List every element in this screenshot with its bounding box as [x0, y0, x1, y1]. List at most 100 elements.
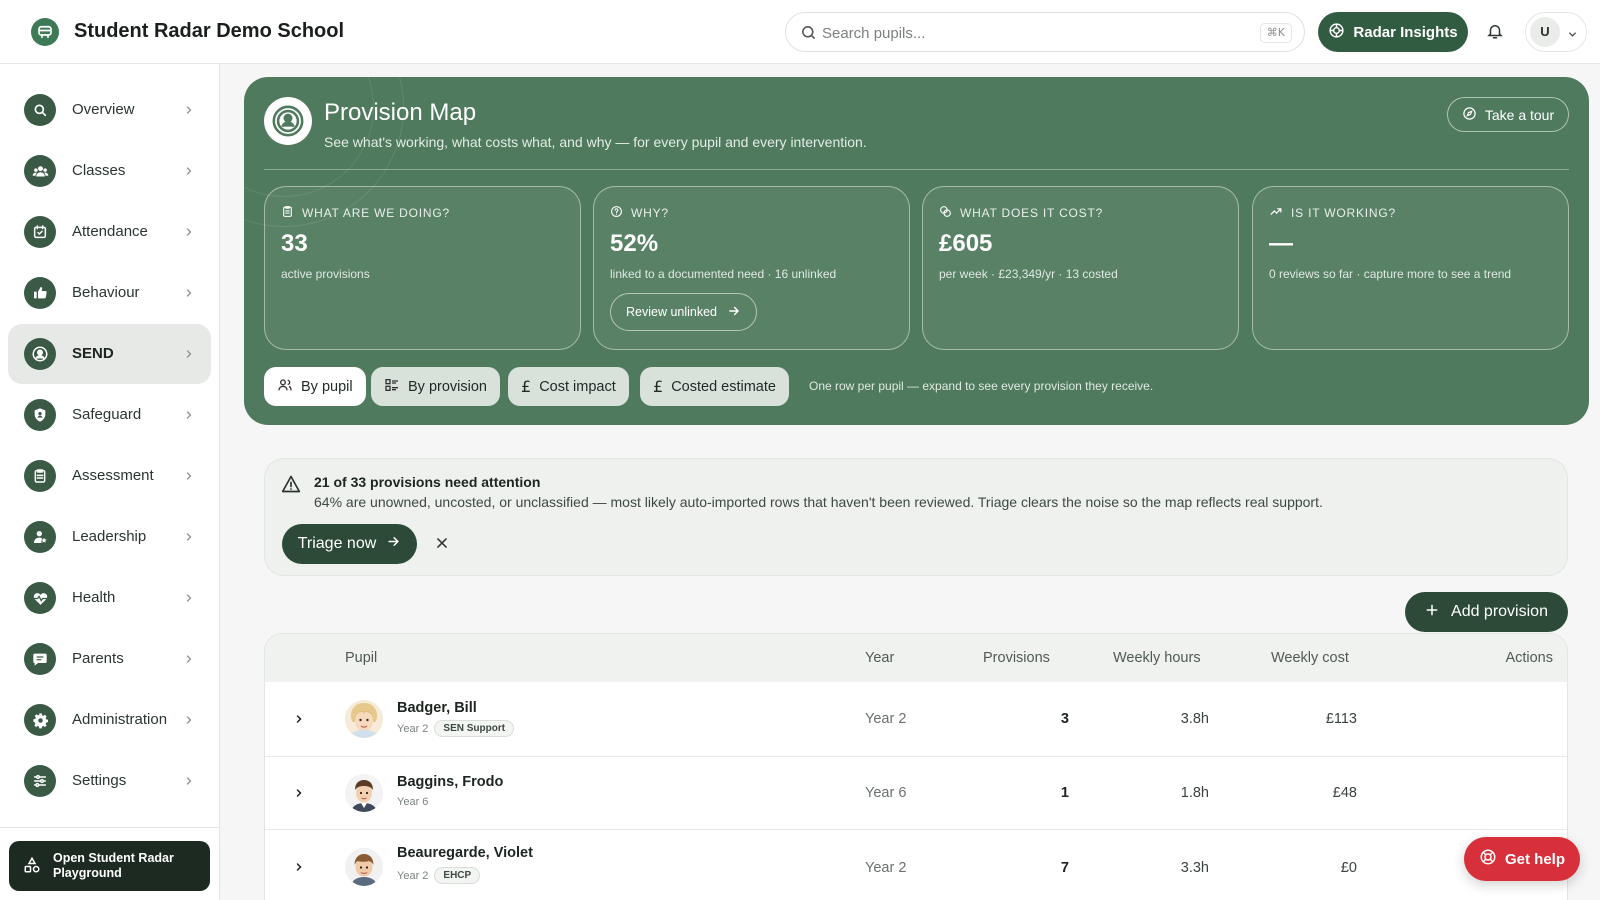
search-input[interactable] [822, 22, 1222, 44]
sidebar-item-label: SEND [72, 345, 114, 362]
sidebar-item-label: Overview [72, 101, 135, 118]
table-row[interactable]: Badger, Bill Year 2 SEN Support Year 2 3… [265, 682, 1567, 757]
column-header-pupil[interactable]: Pupil [345, 650, 377, 666]
radar-insights-button[interactable]: Radar Insights [1318, 12, 1468, 52]
trending-up-icon [1269, 205, 1283, 221]
search-icon [24, 94, 56, 126]
search-icon [800, 24, 817, 46]
stat-description: 0 reviews so far · capture more to see a… [1269, 267, 1512, 281]
pupil-name[interactable]: Badger, Bill [397, 700, 477, 716]
triage-now-button[interactable]: Triage now [282, 524, 417, 564]
sidebar-item-settings[interactable]: Settings [8, 751, 211, 811]
user-menu[interactable]: U [1525, 12, 1587, 52]
tab-cost-impact[interactable]: £ Cost impact [508, 367, 629, 406]
attention-title: 21 of 33 provisions need attention [314, 474, 541, 490]
radar-icon [1328, 22, 1345, 43]
take-tour-button[interactable]: Take a tour [1447, 97, 1569, 132]
get-help-button[interactable]: Get help [1464, 837, 1580, 881]
sidebar-item-assessment[interactable]: Assessment [8, 446, 211, 506]
sidebar-item-label: Administration [72, 711, 168, 728]
chevron-right-icon [183, 408, 195, 426]
warning-icon [281, 474, 301, 499]
chevron-right-icon [183, 713, 195, 731]
arrow-right-icon [386, 534, 401, 554]
radar-insights-label: Radar Insights [1353, 23, 1458, 41]
pupil-year: Year 6 [397, 796, 429, 808]
table-header: Pupil Year Provisions Weekly hours Weekl… [265, 634, 1567, 682]
chevron-right-icon[interactable] [293, 786, 305, 804]
sidebar-item-classes[interactable]: Classes [8, 141, 211, 201]
person-star-icon [24, 521, 56, 553]
sidebar-item-send[interactable]: SEND [8, 324, 211, 384]
stat-heading: WHAT ARE WE DOING? [302, 206, 450, 220]
hero-divider [264, 169, 1569, 170]
stat-value: 52% [610, 230, 659, 257]
heart-pulse-icon [24, 582, 56, 614]
pupil-name[interactable]: Beauregarde, Violet [397, 845, 533, 861]
sidebar-item-administration[interactable]: Administration [8, 690, 211, 750]
table-row[interactable]: Baggins, Frodo Year 6 Year 6 1 1.8h £48 [265, 757, 1567, 830]
chevron-right-icon [183, 774, 195, 792]
sidebar-item-attendance[interactable]: Attendance [8, 202, 211, 262]
person-circle-icon [24, 338, 56, 370]
help-circle-icon [610, 205, 623, 221]
lifebuoy-icon [1479, 848, 1497, 870]
add-provision-button[interactable]: Add provision [1405, 592, 1568, 632]
stat-value: £605 [939, 230, 993, 257]
sidebar-item-label: Health [72, 589, 116, 606]
arrow-right-icon [727, 304, 741, 321]
weekly-hours-cell: 3.8h [1180, 711, 1209, 727]
review-unlinked-button[interactable]: Review unlinked [610, 293, 757, 331]
chevron-right-icon[interactable] [293, 712, 305, 730]
sidebar-item-safeguard[interactable]: Safeguard [8, 385, 211, 445]
coins-icon [939, 205, 952, 221]
column-header-weekly-hours[interactable]: Weekly hours [1113, 650, 1201, 666]
table-row[interactable]: Beauregarde, Violet Year 2 EHCP Year 2 7… [265, 830, 1567, 900]
chevron-right-icon [183, 530, 195, 548]
pupil-meta: Year 2 EHCP [397, 867, 481, 884]
thumbs-up-icon [24, 277, 56, 309]
sidebar-item-parents[interactable]: Parents [8, 629, 211, 689]
chevron-down-icon [1567, 27, 1578, 45]
column-header-weekly-cost[interactable]: Weekly cost [1271, 650, 1349, 666]
close-icon[interactable] [435, 536, 449, 555]
shield-icon [24, 399, 56, 431]
pupil-year: Year 2 [397, 869, 429, 882]
chat-icon [24, 643, 56, 675]
add-provision-label: Add provision [1451, 603, 1548, 620]
take-tour-label: Take a tour [1484, 106, 1555, 123]
sidebar-item-overview[interactable]: Overview [8, 80, 211, 140]
avatar [345, 774, 383, 812]
list-icon [384, 377, 400, 397]
review-unlinked-label: Review unlinked [625, 305, 718, 319]
bell-icon[interactable] [1486, 21, 1504, 46]
weekly-hours-cell: 1.8h [1180, 785, 1209, 801]
stat-value: — [1269, 230, 1293, 257]
sidebar-item-behaviour[interactable]: Behaviour [8, 263, 211, 323]
stat-card-working: IS IT WORKING? — 0 reviews so far · capt… [1252, 186, 1569, 350]
tab-by-pupil[interactable]: By pupil [264, 367, 366, 406]
chevron-right-icon[interactable] [293, 860, 305, 878]
search-box[interactable]: ⌘K [785, 12, 1305, 52]
playground-label: Open Student Radar Playground [53, 851, 174, 880]
tab-costed-estimate[interactable]: £ Costed estimate [640, 367, 789, 406]
stat-description: per week · £23,349/yr · 13 costed [939, 267, 1118, 281]
search-shortcut-badge: ⌘K [1259, 23, 1292, 43]
sidebar-item-label: Attendance [72, 223, 148, 240]
plus-icon [1425, 603, 1439, 622]
send-status-badge: EHCP [434, 867, 481, 884]
column-header-provisions[interactable]: Provisions [983, 650, 1050, 666]
sidebar-item-leadership[interactable]: Leadership [8, 507, 211, 567]
tab-by-provision[interactable]: By provision [371, 367, 500, 406]
sidebar-item-health[interactable]: Health [8, 568, 211, 628]
avatar: U [1530, 17, 1560, 47]
tab-label: Costed estimate [671, 378, 776, 395]
provisions-cell: 7 [1060, 860, 1069, 876]
pupil-name[interactable]: Baggins, Frodo [397, 774, 503, 790]
open-playground-button[interactable]: Open Student Radar Playground [9, 841, 210, 891]
group-icon [24, 155, 56, 187]
column-header-year[interactable]: Year [865, 650, 894, 666]
pound-icon: £ [653, 377, 664, 396]
clipboard-icon [24, 460, 56, 492]
brand-logo-icon[interactable] [31, 18, 59, 46]
